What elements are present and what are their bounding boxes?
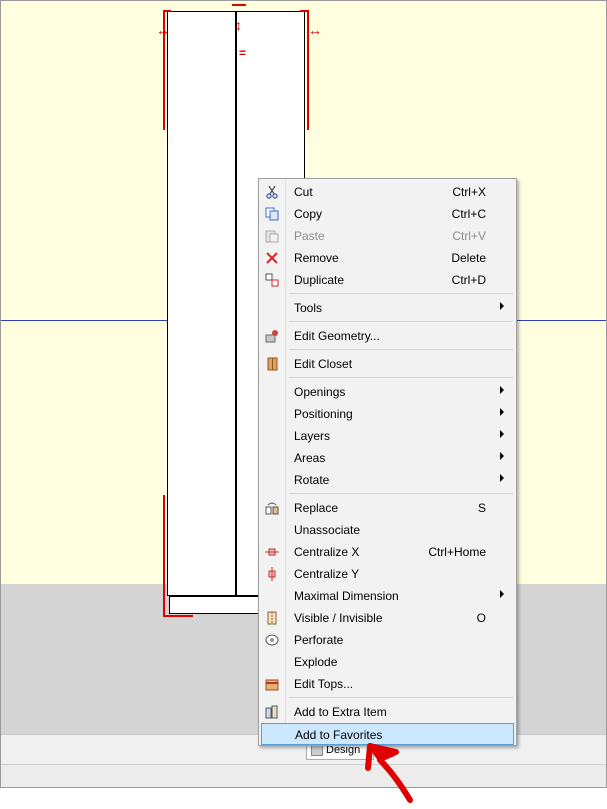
level-handle[interactable]: = (239, 46, 246, 60)
perforate-icon (264, 632, 280, 648)
menu-separator (289, 377, 513, 378)
selection-bracket-left-top (163, 10, 171, 12)
replace-icon (264, 500, 280, 516)
menu-separator (289, 293, 513, 294)
menu-separator (289, 321, 513, 322)
centralize-y-icon (264, 566, 280, 582)
submenu-arrow-icon (500, 386, 504, 394)
submenu-arrow-icon (500, 590, 504, 598)
menu-item-edit-geometry[interactable]: Edit Geometry... (261, 325, 514, 347)
centralize-x-icon (264, 544, 280, 560)
menu-item-areas[interactable]: Areas (261, 447, 514, 469)
menu-item-add-extra-item[interactable]: Add to Extra Item (261, 701, 514, 723)
edit-tops-icon (264, 676, 280, 692)
menu-item-paste[interactable]: Paste Ctrl+V (261, 225, 514, 247)
menu-item-duplicate[interactable]: Duplicate Ctrl+D (261, 269, 514, 291)
selection-bracket-left-bottom (163, 495, 165, 617)
submenu-arrow-icon (500, 302, 504, 310)
menu-item-edit-closet[interactable]: Edit Closet (261, 353, 514, 375)
menu-item-layers[interactable]: Layers (261, 425, 514, 447)
selection-bracket-left-bottom-foot (163, 615, 193, 617)
menu-item-remove[interactable]: Remove Delete (261, 247, 514, 269)
menu-item-copy[interactable]: Copy Ctrl+C (261, 203, 514, 225)
status-bar (1, 764, 606, 787)
closet-icon (264, 356, 280, 372)
edit-geometry-icon (264, 328, 280, 344)
copy-icon (264, 206, 280, 222)
context-menu: Cut Ctrl+X Copy Ctrl+C Paste Ctrl+V Remo… (258, 178, 517, 746)
menu-item-positioning[interactable]: Positioning (261, 403, 514, 425)
menu-item-explode[interactable]: Explode (261, 651, 514, 673)
menu-item-tools[interactable]: Tools (261, 297, 514, 319)
menu-item-cut[interactable]: Cut Ctrl+X (261, 181, 514, 203)
visibility-icon (264, 610, 280, 626)
resize-right-handle[interactable]: ↔ (308, 23, 322, 37)
menu-item-openings[interactable]: Openings (261, 381, 514, 403)
annotation-arrow-icon (365, 743, 413, 803)
closet-divider (235, 11, 237, 596)
menu-separator (289, 349, 513, 350)
resize-left-handle[interactable]: ↔ (156, 23, 170, 37)
submenu-arrow-icon (500, 474, 504, 482)
paste-icon (264, 228, 280, 244)
extra-item-icon (264, 704, 280, 720)
submenu-arrow-icon (500, 430, 504, 438)
resize-vertical-handle[interactable]: ↕ (235, 18, 242, 32)
menu-item-maximal-dimension[interactable]: Maximal Dimension (261, 585, 514, 607)
duplicate-icon (264, 272, 280, 288)
menu-item-replace[interactable]: Replace S (261, 497, 514, 519)
menu-item-perforate[interactable]: Perforate (261, 629, 514, 651)
menu-separator (289, 697, 513, 698)
menu-item-centralize-y[interactable]: Centralize Y (261, 563, 514, 585)
menu-separator (289, 493, 513, 494)
remove-icon (264, 250, 280, 266)
menu-item-visible-invisible[interactable]: Visible / Invisible O (261, 607, 514, 629)
submenu-arrow-icon (500, 452, 504, 460)
menu-item-rotate[interactable]: Rotate (261, 469, 514, 491)
selection-bracket-right-top (300, 10, 309, 12)
scissors-icon (264, 184, 280, 200)
menu-item-unassociate[interactable]: Unassociate (261, 519, 514, 541)
menu-item-centralize-x[interactable]: Centralize X Ctrl+Home (261, 541, 514, 563)
menu-item-edit-tops[interactable]: Edit Tops... (261, 673, 514, 695)
submenu-arrow-icon (500, 408, 504, 416)
selection-bracket-top (232, 4, 246, 6)
